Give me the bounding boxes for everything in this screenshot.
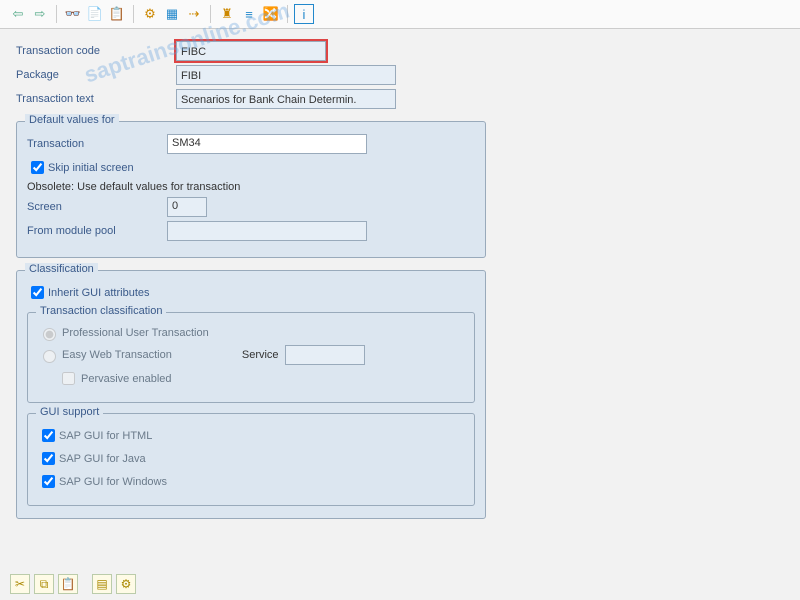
forward-icon[interactable]: ⇨ (30, 4, 50, 24)
classification-group: Classification Inherit GUI attributes Tr… (16, 270, 486, 519)
copy2-icon[interactable]: ⧉ (34, 574, 54, 594)
screen-label: Screen (27, 201, 167, 213)
from-pool-input (167, 221, 367, 241)
gui-html-checkbox[interactable] (42, 429, 55, 442)
package-label: Package (16, 69, 176, 81)
transaction-text-label: Transaction text (16, 93, 176, 105)
screen-input: 0 (167, 197, 207, 217)
back-icon[interactable]: ⇦ (8, 4, 28, 24)
content: Transaction code FIBC Package FIBI Trans… (0, 29, 800, 531)
professional-radio (43, 328, 56, 341)
bottom-toolbar: ✂ ⧉ 📋 ▤ ⚙ (10, 574, 136, 594)
skip-initial-label: Skip initial screen (48, 162, 134, 174)
info-icon[interactable]: i (294, 4, 314, 24)
gui-support-title: GUI support (36, 406, 103, 418)
gui-support-group: GUI support SAP GUI for HTML SAP GUI for… (27, 413, 475, 506)
align-icon[interactable]: ≡ (239, 4, 259, 24)
object-list-icon[interactable]: ▦ (162, 4, 182, 24)
transaction-label: Transaction (27, 138, 167, 150)
layout-icon[interactable]: ▤ (92, 574, 112, 594)
easyweb-label: Easy Web Transaction (62, 349, 172, 361)
where-used-icon[interactable]: ⚙ (140, 4, 160, 24)
paste-icon[interactable]: 📋 (58, 574, 78, 594)
copy-icon[interactable]: 📋 (107, 4, 127, 24)
gui-java-checkbox[interactable] (42, 452, 55, 465)
service-input (285, 345, 365, 365)
switch-icon[interactable]: 🔀 (261, 4, 281, 24)
package-input: FIBI (176, 65, 396, 85)
service-label: Service (242, 349, 279, 361)
config-icon[interactable]: ⚙ (116, 574, 136, 594)
default-values-title: Default values for (25, 114, 119, 126)
transport-icon[interactable]: ⇢ (184, 4, 204, 24)
default-values-group: Default values for Transaction SM34 Skip… (16, 121, 486, 258)
pervasive-label: Pervasive enabled (81, 373, 172, 385)
transaction-code-label: Transaction code (16, 45, 176, 57)
hierarchy-icon[interactable]: ♜ (217, 4, 237, 24)
skip-initial-checkbox[interactable] (31, 161, 44, 174)
toolbar: ⇦ ⇨ 👓 📄 📋 ⚙ ▦ ⇢ ♜ ≡ 🔀 i (0, 0, 800, 29)
transaction-text-input: Scenarios for Bank Chain Determin. (176, 89, 396, 109)
inherit-checkbox[interactable] (31, 286, 44, 299)
professional-label: Professional User Transaction (62, 327, 209, 339)
glasses-icon[interactable]: 👓 (63, 4, 83, 24)
pervasive-checkbox (62, 372, 75, 385)
transaction-code-input[interactable]: FIBC (176, 41, 326, 61)
create-icon[interactable]: 📄 (85, 4, 105, 24)
inherit-label: Inherit GUI attributes (48, 287, 150, 299)
transaction-input[interactable]: SM34 (167, 134, 367, 154)
gui-win-checkbox[interactable] (42, 475, 55, 488)
easyweb-radio (43, 350, 56, 363)
obsolete-text: Obsolete: Use default values for transac… (27, 181, 240, 193)
gui-java-label: SAP GUI for Java (59, 453, 146, 465)
cut-icon[interactable]: ✂ (10, 574, 30, 594)
from-pool-label: From module pool (27, 225, 167, 237)
gui-win-label: SAP GUI for Windows (59, 476, 167, 488)
gui-html-label: SAP GUI for HTML (59, 430, 152, 442)
transaction-classification-group: Transaction classification Professional … (27, 312, 475, 403)
trans-class-title: Transaction classification (36, 305, 166, 317)
classification-title: Classification (25, 263, 98, 275)
